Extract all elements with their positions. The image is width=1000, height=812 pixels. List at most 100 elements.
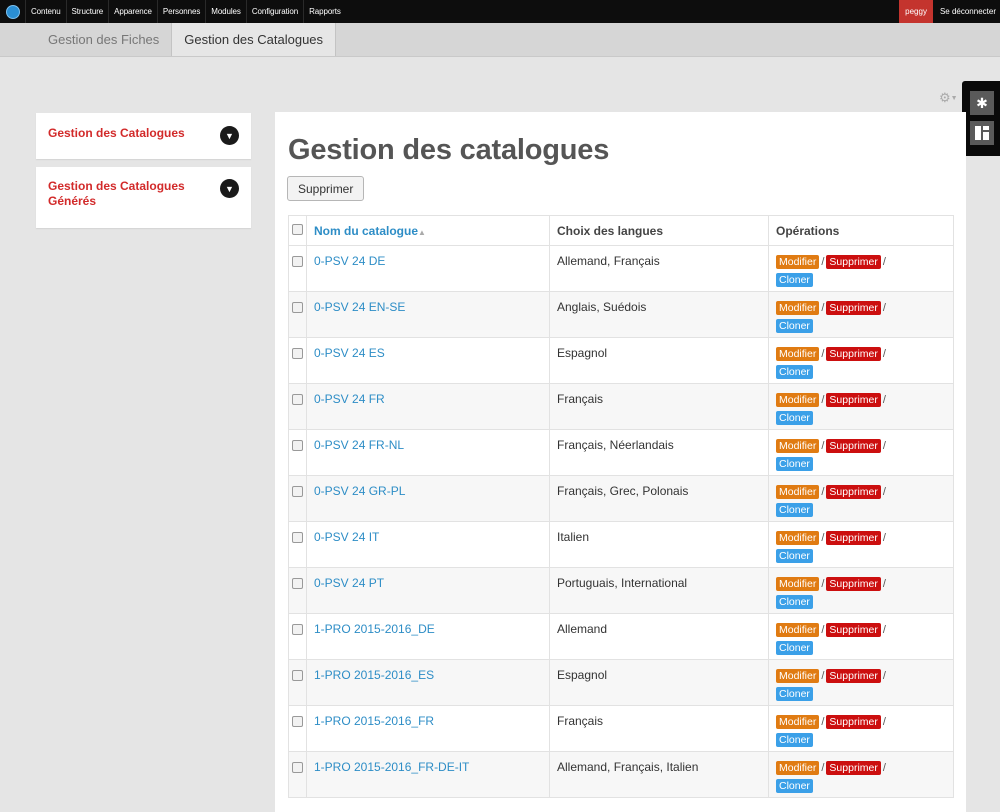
edit-button[interactable]: Modifier (776, 623, 820, 637)
operations-cell: Modifier / Supprimer / Cloner (768, 429, 954, 476)
delete-button[interactable]: Supprimer (826, 669, 881, 683)
menu-rapports[interactable]: Rapports (303, 0, 346, 23)
catalogue-name-link[interactable]: 0-PSV 24 PT (314, 576, 384, 590)
logout-link[interactable]: Se déconnecter (933, 0, 1000, 23)
catalogue-name-link[interactable]: 0-PSV 24 FR (314, 392, 385, 406)
clone-button[interactable]: Cloner (776, 411, 813, 425)
select-all-checkbox[interactable] (292, 223, 303, 235)
operations-cell: Modifier / Supprimer / Cloner (768, 291, 954, 338)
delete-button[interactable]: Supprimer (826, 347, 881, 361)
catalogue-name-link[interactable]: 0-PSV 24 EN-SE (314, 300, 405, 314)
languages-cell: Allemand (549, 613, 769, 660)
sidebar-link-catalogues-generes[interactable]: Gestion des Catalogues Générés (48, 179, 198, 209)
separator: / (882, 762, 886, 774)
separator: / (882, 716, 886, 728)
menu-personnes[interactable]: Personnes (156, 0, 205, 23)
edit-button[interactable]: Modifier (776, 439, 820, 453)
row-checkbox[interactable] (292, 716, 303, 727)
delete-button[interactable]: Supprimer (826, 531, 881, 545)
row-checkbox[interactable] (292, 670, 303, 681)
clone-button[interactable]: Cloner (776, 687, 813, 701)
row-checkbox[interactable] (292, 394, 303, 405)
delete-button[interactable]: Supprimer (826, 577, 881, 591)
sidebar-block-catalogues: Gestion des Catalogues ▼ (36, 113, 251, 159)
menu-configuration[interactable]: Configuration (245, 0, 303, 23)
clone-button[interactable]: Cloner (776, 319, 813, 333)
edit-button[interactable]: Modifier (776, 715, 820, 729)
row-checkbox[interactable] (292, 440, 303, 451)
row-select-cell (288, 291, 307, 338)
chevron-down-icon[interactable]: ▼ (220, 179, 239, 198)
clone-button[interactable]: Cloner (776, 457, 813, 471)
clone-button[interactable]: Cloner (776, 365, 813, 379)
row-checkbox[interactable] (292, 624, 303, 635)
edit-button[interactable]: Modifier (776, 301, 820, 315)
catalogue-name-link[interactable]: 1-PRO 2015-2016_FR (314, 714, 434, 728)
clone-button[interactable]: Cloner (776, 273, 813, 287)
row-checkbox[interactable] (292, 532, 303, 543)
edit-button[interactable]: Modifier (776, 669, 820, 683)
clone-button[interactable]: Cloner (776, 503, 813, 517)
edit-button[interactable]: Modifier (776, 255, 820, 269)
separator: / (882, 256, 886, 268)
row-checkbox[interactable] (292, 256, 303, 267)
ops-second-line: Cloner (776, 318, 946, 333)
delete-button[interactable]: Supprimer (826, 439, 881, 453)
tab-bar: Gestion des Fiches Gestion des Catalogue… (0, 23, 1000, 57)
clone-button[interactable]: Cloner (776, 549, 813, 563)
user-name-link[interactable]: peggy (899, 0, 933, 23)
tab-gestion-catalogues[interactable]: Gestion des Catalogues (171, 23, 337, 56)
tab-gestion-fiches[interactable]: Gestion des Fiches (36, 23, 171, 56)
row-checkbox[interactable] (292, 578, 303, 589)
catalogue-name-link[interactable]: 1-PRO 2015-2016_DE (314, 622, 435, 636)
menu-modules[interactable]: Modules (205, 0, 246, 23)
clone-button[interactable]: Cloner (776, 641, 813, 655)
bulk-delete-button[interactable]: Supprimer (287, 176, 365, 201)
sort-name-link[interactable]: Nom du catalogue (314, 224, 418, 238)
clone-button[interactable]: Cloner (776, 595, 813, 609)
delete-button[interactable]: Supprimer (826, 761, 881, 775)
delete-button[interactable]: Supprimer (826, 301, 881, 315)
edit-button[interactable]: Modifier (776, 485, 820, 499)
row-select-cell (288, 751, 307, 798)
catalogue-name-link[interactable]: 0-PSV 24 FR-NL (314, 438, 404, 452)
menu-contenu[interactable]: Contenu (25, 0, 66, 23)
catalogue-name-link[interactable]: 0-PSV 24 ES (314, 346, 385, 360)
clone-button[interactable]: Cloner (776, 733, 813, 747)
select-all-cell (288, 215, 307, 246)
sidebar-link-catalogues[interactable]: Gestion des Catalogues (48, 126, 198, 141)
separator: / (882, 486, 886, 498)
delete-button[interactable]: Supprimer (826, 715, 881, 729)
edit-button[interactable]: Modifier (776, 577, 820, 591)
column-header-name[interactable]: Nom du catalogue▲ (306, 215, 550, 246)
languages-cell: Français (549, 383, 769, 430)
delete-button[interactable]: Supprimer (826, 255, 881, 269)
column-header-languages: Choix des langues (549, 215, 769, 246)
settings-icon[interactable]: ✱ (970, 91, 994, 115)
edit-button[interactable]: Modifier (776, 347, 820, 361)
languages-cell: Allemand, Français, Italien (549, 751, 769, 798)
delete-button[interactable]: Supprimer (826, 485, 881, 499)
menu-structure[interactable]: Structure (65, 0, 109, 23)
gear-icon[interactable]: ⚙▼ (939, 90, 958, 106)
row-checkbox[interactable] (292, 348, 303, 359)
edit-button[interactable]: Modifier (776, 531, 820, 545)
catalogue-name-link[interactable]: 0-PSV 24 DE (314, 254, 385, 268)
edit-button[interactable]: Modifier (776, 761, 820, 775)
catalogue-name-link[interactable]: 1-PRO 2015-2016_FR-DE-IT (314, 760, 469, 774)
delete-button[interactable]: Supprimer (826, 623, 881, 637)
chevron-down-icon[interactable]: ▼ (220, 126, 239, 145)
catalogue-name-link[interactable]: 0-PSV 24 IT (314, 530, 379, 544)
home-logo-icon[interactable] (0, 0, 25, 23)
delete-button[interactable]: Supprimer (826, 393, 881, 407)
menu-apparence[interactable]: Apparence (108, 0, 157, 23)
layout-icon[interactable] (970, 121, 994, 145)
edit-button[interactable]: Modifier (776, 393, 820, 407)
table-row: 1-PRO 2015-2016_ES Espagnol Modifier / Sup… (288, 659, 954, 706)
row-checkbox[interactable] (292, 486, 303, 497)
clone-button[interactable]: Cloner (776, 779, 813, 793)
catalogue-name-link[interactable]: 1-PRO 2015-2016_ES (314, 668, 434, 682)
row-checkbox[interactable] (292, 762, 303, 773)
row-checkbox[interactable] (292, 302, 303, 313)
catalogue-name-link[interactable]: 0-PSV 24 GR-PL (314, 484, 405, 498)
